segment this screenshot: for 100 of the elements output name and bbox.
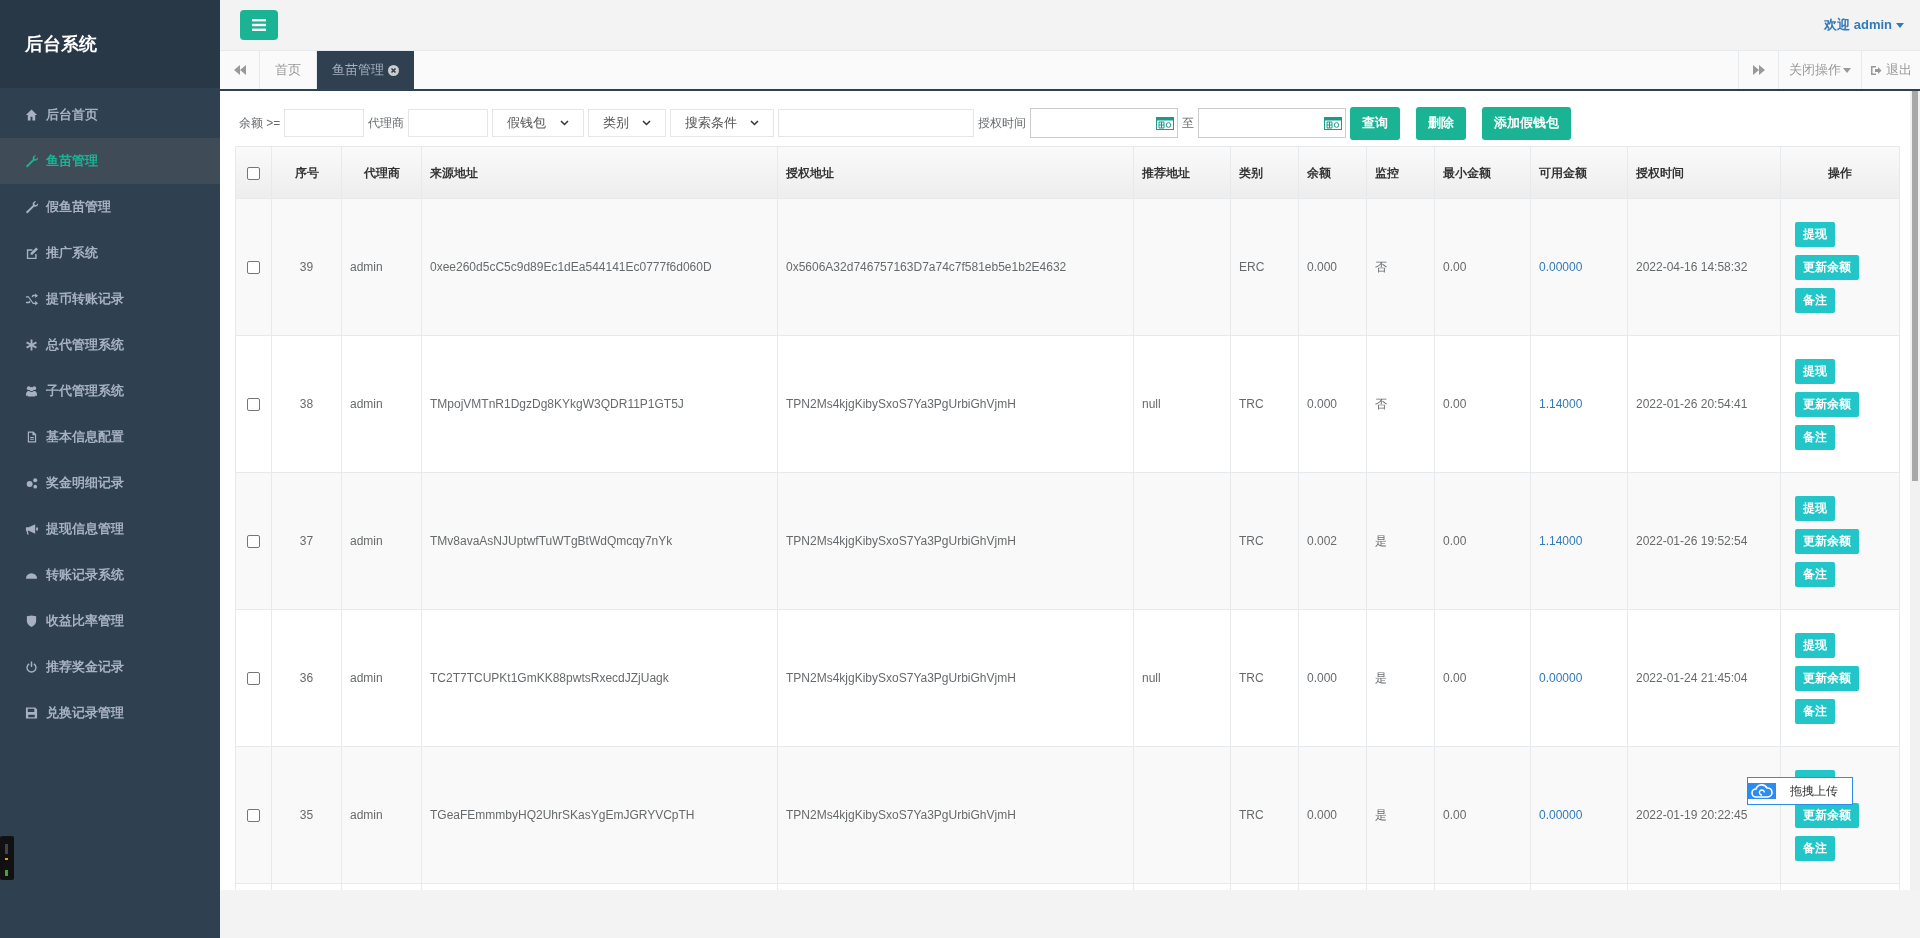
sidebar-item[interactable]: 推荐奖金记录	[0, 644, 220, 690]
table-cell: 2022-01-26 20:54:41	[1636, 397, 1748, 411]
action-button[interactable]: 添加假钱包	[1482, 106, 1572, 140]
brand-title: 后台系统	[25, 32, 97, 56]
field-label: 代理商	[367, 115, 406, 132]
table-cell: 2022-01-24 21:45:04	[1636, 671, 1748, 685]
field-label: 至	[1181, 115, 1196, 132]
table-cell: TRC	[1239, 808, 1264, 822]
table-cell: 35	[299, 808, 314, 822]
table-cell: 2022-01-26 19:52:54	[1636, 534, 1748, 548]
table-cell: 0.00000	[1539, 260, 1583, 274]
column-header: 类别	[1239, 165, 1263, 180]
table-cell: 0.000	[1307, 260, 1338, 274]
sidebar-item[interactable]: 兑换记录管理	[0, 690, 220, 736]
sidebar-item[interactable]: 后台首页	[0, 92, 220, 138]
column-header: 余额	[1307, 165, 1331, 180]
table-cell: 0.002	[1307, 534, 1338, 548]
sidebar-item[interactable]: 提现信息管理	[0, 506, 220, 552]
table-cell: TMv8avaAsNJUptwfTuWTgBtWdQmcqy7nYk	[430, 534, 673, 548]
column-header: 序号	[294, 165, 319, 180]
table-cell: 0.00	[1443, 397, 1467, 411]
sidebar-item[interactable]: 收益比率管理	[0, 598, 220, 644]
sidebar-item[interactable]: 总代管理系统	[0, 322, 220, 368]
table-cell: admin	[350, 534, 383, 548]
select-dropdown[interactable]: 假钱包	[492, 109, 585, 137]
table-cell: 是	[1375, 534, 1387, 548]
table-cell: TPN2Ms4kjgKibySxoS7Ya3PgUrbiGhVjmH	[786, 671, 1016, 685]
user-menu[interactable]: 欢迎 admin	[1824, 15, 1904, 35]
table-cell: 0.00	[1443, 808, 1467, 822]
table-cell: 37	[299, 534, 314, 548]
row-action-button[interactable]: 备注	[1795, 287, 1835, 313]
table-cell: TC2T7TCUPKt1GmKK88pwtsRxecdJZjUagk	[430, 671, 669, 685]
row-action-button[interactable]: 提现	[1795, 632, 1835, 658]
table-cell: ERC	[1239, 260, 1265, 274]
table-cell: TPN2Ms4kjgKibySxoS7Ya3PgUrbiGhVjmH	[786, 397, 1016, 411]
table-cell: 1.14000	[1539, 534, 1583, 548]
table-cell: 0.00	[1443, 534, 1467, 548]
sidebar-item[interactable]: 假鱼苗管理	[0, 184, 220, 230]
row-action-button[interactable]: 提现	[1795, 221, 1835, 247]
row-action-button[interactable]: 更新余额	[1795, 391, 1859, 417]
sidebar-item[interactable]: 子代管理系统	[0, 368, 220, 414]
table-cell: 2022-04-16 14:58:32	[1636, 260, 1748, 274]
table-cell: 39	[299, 260, 314, 274]
select-dropdown[interactable]: 搜索条件	[670, 109, 775, 137]
table-cell: admin	[350, 397, 383, 411]
table-cell: TPN2Ms4kjgKibySxoS7Ya3PgUrbiGhVjmH	[786, 534, 1016, 548]
table-cell: TGeaFEmmmbyHQ2UhrSKasYgEmJGRYVCpTH	[430, 808, 695, 822]
table-cell: admin	[350, 808, 383, 822]
column-header: 最小金额	[1443, 165, 1491, 180]
table-cell: 0.00	[1443, 260, 1467, 274]
row-action-button[interactable]: 更新余额	[1795, 528, 1859, 554]
table-cell: TRC	[1239, 397, 1264, 411]
logout-button[interactable]: 退出	[1861, 51, 1920, 89]
table-cell: 1.14000	[1539, 397, 1583, 411]
sidebar-item[interactable]: 推广系统	[0, 230, 220, 276]
table-cell: 0x5606A32d746757163D7a74c7f581eb5e1b2E4632	[786, 260, 1067, 274]
action-button[interactable]: 查询	[1350, 106, 1401, 140]
row-action-button[interactable]: 备注	[1795, 424, 1835, 450]
column-header: 授权时间	[1636, 165, 1684, 180]
table-cell: 否	[1375, 397, 1387, 411]
table-cell: 0.00000	[1539, 808, 1583, 822]
close-actions-dropdown[interactable]: 关闭操作	[1778, 51, 1861, 89]
column-header: 来源地址	[430, 165, 478, 180]
table-cell: 0.00	[1443, 671, 1467, 685]
table-cell: 0xee260d5cC5c9d89Ec1dEa544141Ec0777f6d060D	[430, 260, 712, 274]
table-cell: null	[1142, 671, 1161, 685]
table-cell: TMpojVMTnR1DgzDg8KYkgW3QDR11P1GT5J	[430, 397, 684, 411]
table-cell: 2022-01-19 20:22:45	[1636, 808, 1748, 822]
column-header: 授权地址	[786, 165, 834, 180]
select-dropdown[interactable]: 类别	[588, 109, 667, 137]
table-cell: 38	[299, 397, 314, 411]
table-cell: admin	[350, 671, 383, 685]
sidebar-item[interactable]: 提币转账记录	[0, 276, 220, 322]
sidebar-item[interactable]: 转账记录系统	[0, 552, 220, 598]
table-cell: TPN2Ms4kjgKibySxoS7Ya3PgUrbiGhVjmH	[786, 808, 1016, 822]
field-label: 授权时间	[977, 115, 1028, 132]
sidebar-item[interactable]: 基本信息配置	[0, 414, 220, 460]
table-cell: TRC	[1239, 671, 1264, 685]
field-label: 余额 >=	[238, 115, 282, 132]
table-cell: 36	[299, 671, 314, 685]
row-action-button[interactable]: 备注	[1795, 698, 1835, 724]
action-button[interactable]: 删除	[1416, 106, 1467, 140]
table-cell: 0.000	[1307, 808, 1338, 822]
row-action-button[interactable]: 更新余额	[1795, 254, 1859, 280]
sidebar-item[interactable]: 奖金明细记录	[0, 460, 220, 506]
column-header: 代理商	[363, 165, 400, 180]
column-header: 推荐地址	[1142, 165, 1190, 180]
tab[interactable]: 鱼苗管理	[317, 51, 414, 89]
table-cell: 0.000	[1307, 397, 1338, 411]
table-cell: 否	[1375, 260, 1387, 274]
table-cell: TRC	[1239, 534, 1264, 548]
upload-toast[interactable]: 拖拽上传	[1747, 777, 1853, 805]
row-action-button[interactable]: 备注	[1795, 835, 1835, 861]
row-action-button[interactable]: 提现	[1795, 358, 1835, 384]
table-cell: admin	[350, 260, 383, 274]
row-action-button[interactable]: 更新余额	[1795, 665, 1859, 691]
row-action-button[interactable]: 提现	[1795, 495, 1835, 521]
sidebar-item[interactable]: 鱼苗管理	[0, 138, 220, 184]
table-cell: 0.00000	[1539, 671, 1583, 685]
row-action-button[interactable]: 备注	[1795, 561, 1835, 587]
